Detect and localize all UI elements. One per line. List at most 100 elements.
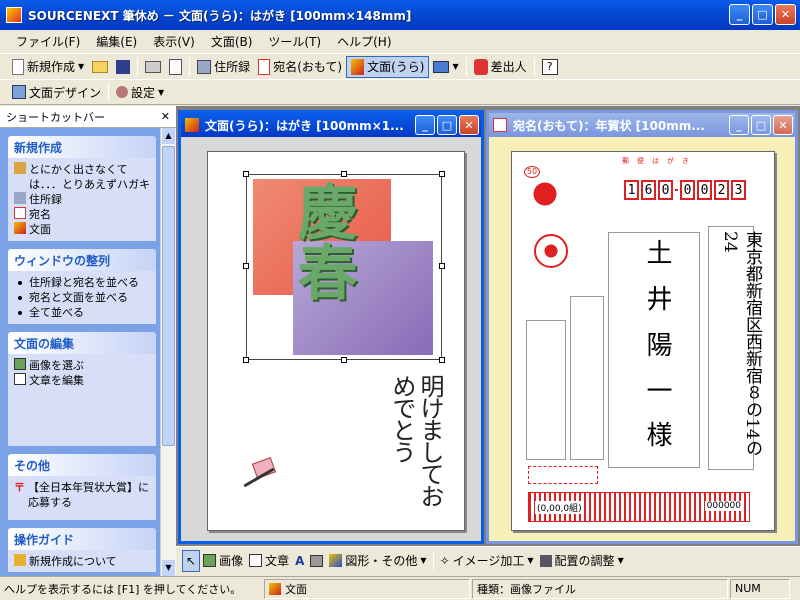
menu-edit[interactable]: 編集(E) [88, 33, 145, 50]
printed-stamp: 50 [524, 166, 566, 220]
image-tool-button[interactable]: 画像 [200, 550, 246, 572]
layout-switch-button[interactable]: ▼ [429, 56, 462, 78]
resize-handle[interactable] [243, 357, 249, 363]
lottery-strip: (0,00,0組) 000000 [528, 492, 750, 522]
shortcut-bar-title: ショートカットバー [6, 110, 105, 124]
zip-digit: 0 [680, 180, 695, 200]
bullet-icon [18, 281, 22, 285]
honorific: 様 [642, 421, 672, 447]
print-button[interactable] [141, 56, 165, 78]
postcard-back-icon [14, 222, 26, 234]
close-button[interactable]: ✕ [459, 115, 479, 135]
image-process-button[interactable]: ✧ イメージ加工 ▼ [437, 550, 537, 572]
message-link[interactable]: 文面 [14, 222, 150, 237]
settings-button[interactable]: 設定 ▼ [112, 81, 168, 103]
recipient-address-box[interactable]: 東京都新宿区西新宿８の14の24 [708, 226, 762, 470]
postcard-back[interactable]: 郵便はがき 50 1 6 0 0 0 2 3 土井陽一 様 東京都新宿区西新宿８… [511, 151, 775, 531]
message-side-button[interactable]: 文面(うら) [346, 55, 430, 78]
group-header[interactable]: その他 [8, 454, 156, 476]
maximize-button[interactable]: □ [437, 115, 457, 135]
resize-handle[interactable] [341, 171, 347, 177]
magic-wand-icon: ✧ [439, 553, 450, 568]
resize-handle[interactable] [243, 171, 249, 177]
status-help: ヘルプを表示するには [F1] を押してください。 [0, 579, 262, 599]
select-tool-button[interactable]: ↖ [182, 549, 201, 572]
greeting-message[interactable]: 明けましておめでとう [388, 374, 444, 514]
address-canvas[interactable]: 郵便はがき 50 1 6 0 0 0 2 3 土井陽一 様 東京都新宿区西新宿８… [489, 137, 795, 541]
text-tool-button[interactable]: 文章 [246, 550, 292, 572]
menu-help[interactable]: ヘルプ(H) [329, 33, 399, 50]
group-header[interactable]: ウィンドウの整列 [8, 249, 156, 271]
postcard-front-icon [258, 58, 271, 75]
postcard-front[interactable]: 慶春 明けましておめでとう [207, 151, 465, 531]
scroll-thumb[interactable] [162, 146, 175, 446]
scroll-down-icon[interactable]: ▼ [162, 560, 175, 576]
arrange-addressbook-address-link[interactable]: 住所録と宛名を並べる [14, 275, 150, 290]
minimize-button[interactable]: _ [415, 115, 435, 135]
menu-message[interactable]: 文面(B) [203, 33, 261, 50]
vertical-text-button[interactable]: A [292, 550, 307, 572]
close-icon[interactable]: ✕ [161, 110, 170, 123]
layout-adjust-button[interactable]: 配置の調整 ▼ [537, 550, 627, 572]
stamp-tool-button[interactable] [307, 550, 326, 572]
dropdown-arrow-icon: ▼ [158, 87, 165, 97]
recipient-name-box[interactable]: 土井陽一 様 [608, 232, 700, 468]
status-side-text: 文面 [285, 582, 307, 596]
scroll-up-icon[interactable]: ▲ [162, 128, 175, 144]
sender-name-box[interactable] [526, 320, 566, 460]
address-book-link[interactable]: 住所録 [14, 192, 150, 207]
bullet-icon [18, 311, 22, 315]
postcard-front-icon [14, 207, 26, 219]
close-button[interactable]: ✕ [773, 115, 793, 135]
select-image-link[interactable]: 画像を選ぶ [14, 358, 150, 373]
address-side-button[interactable]: 宛名(おもて) [254, 56, 346, 78]
message-canvas[interactable]: 慶春 明けましておめでとう [181, 137, 481, 541]
postcard-front-icon [493, 118, 507, 132]
sender-address-box[interactable] [570, 296, 604, 460]
new-button[interactable]: 新規作成 ▼ [8, 56, 88, 78]
group-header[interactable]: 文面の編集 [8, 332, 156, 354]
sidebar-scrollbar[interactable]: ▲ ▼ [160, 128, 176, 576]
address-book-icon [197, 59, 212, 74]
address-link[interactable]: 宛名 [14, 207, 150, 222]
edit-text-link[interactable]: 文章を編集 [14, 373, 150, 388]
menu-tools[interactable]: ツール(T) [260, 33, 329, 50]
save-button[interactable] [112, 56, 134, 78]
print-preview-button[interactable] [165, 56, 186, 78]
menu-view[interactable]: 表示(V) [145, 33, 203, 50]
contest-link[interactable]: 〒【全日本年賀状大賞】に応募する [14, 480, 150, 510]
group-header[interactable]: 新規作成 [8, 136, 156, 158]
menu-file[interactable]: ファイル(F) [8, 33, 88, 50]
status-kind-text: 種類：画像ファイル [477, 582, 576, 596]
arrange-all-link[interactable]: 全て並べる [14, 305, 150, 320]
maximize-button[interactable]: □ [752, 4, 773, 25]
resize-handle[interactable] [439, 357, 445, 363]
guide-new-link[interactable]: 新規作成について [14, 554, 150, 569]
arrange-address-message-link[interactable]: 宛名と文面を並べる [14, 290, 150, 305]
resize-handle[interactable] [341, 357, 347, 363]
stamp-icon [310, 554, 324, 567]
maximize-button[interactable]: □ [751, 115, 771, 135]
group-header[interactable]: 操作ガイド [8, 528, 156, 550]
greeting-calligraphy: 慶春 [287, 181, 357, 301]
minimize-button[interactable]: _ [729, 115, 749, 135]
message-side-window[interactable]: 文面(うら)：はがき [100mm×1... _ □ ✕ 慶春 明けましておめで… [178, 110, 484, 544]
sender-button[interactable]: 差出人 [470, 56, 531, 78]
minimize-button[interactable]: _ [729, 4, 750, 25]
shapes-button[interactable]: 図形・その他 ▼ [326, 550, 429, 572]
address-book-button[interactable]: 住所録 [193, 56, 254, 78]
resize-handle[interactable] [439, 171, 445, 177]
printer-icon [145, 60, 162, 73]
close-button[interactable]: ✕ [775, 4, 796, 25]
help-button[interactable]: ? [538, 56, 562, 78]
postal-mark-icon: 〒 [14, 481, 25, 494]
design-button[interactable]: 文面デザイン [8, 81, 105, 103]
resize-handle[interactable] [243, 263, 249, 269]
quick-postcard-link[interactable]: とにかく出さなくては．．．とりあえずハガキ [14, 162, 150, 192]
resize-handle[interactable] [439, 263, 445, 269]
address-side-window[interactable]: 宛名(おもて)：年賀状 [100mm... _ □ ✕ 郵便はがき 50 1 6… [486, 110, 798, 544]
lottery-box [528, 466, 598, 484]
open-button[interactable] [88, 56, 112, 78]
postal-code[interactable]: 1 6 0 0 0 2 3 [624, 180, 746, 200]
greeting-image[interactable]: 慶春 [243, 171, 445, 363]
